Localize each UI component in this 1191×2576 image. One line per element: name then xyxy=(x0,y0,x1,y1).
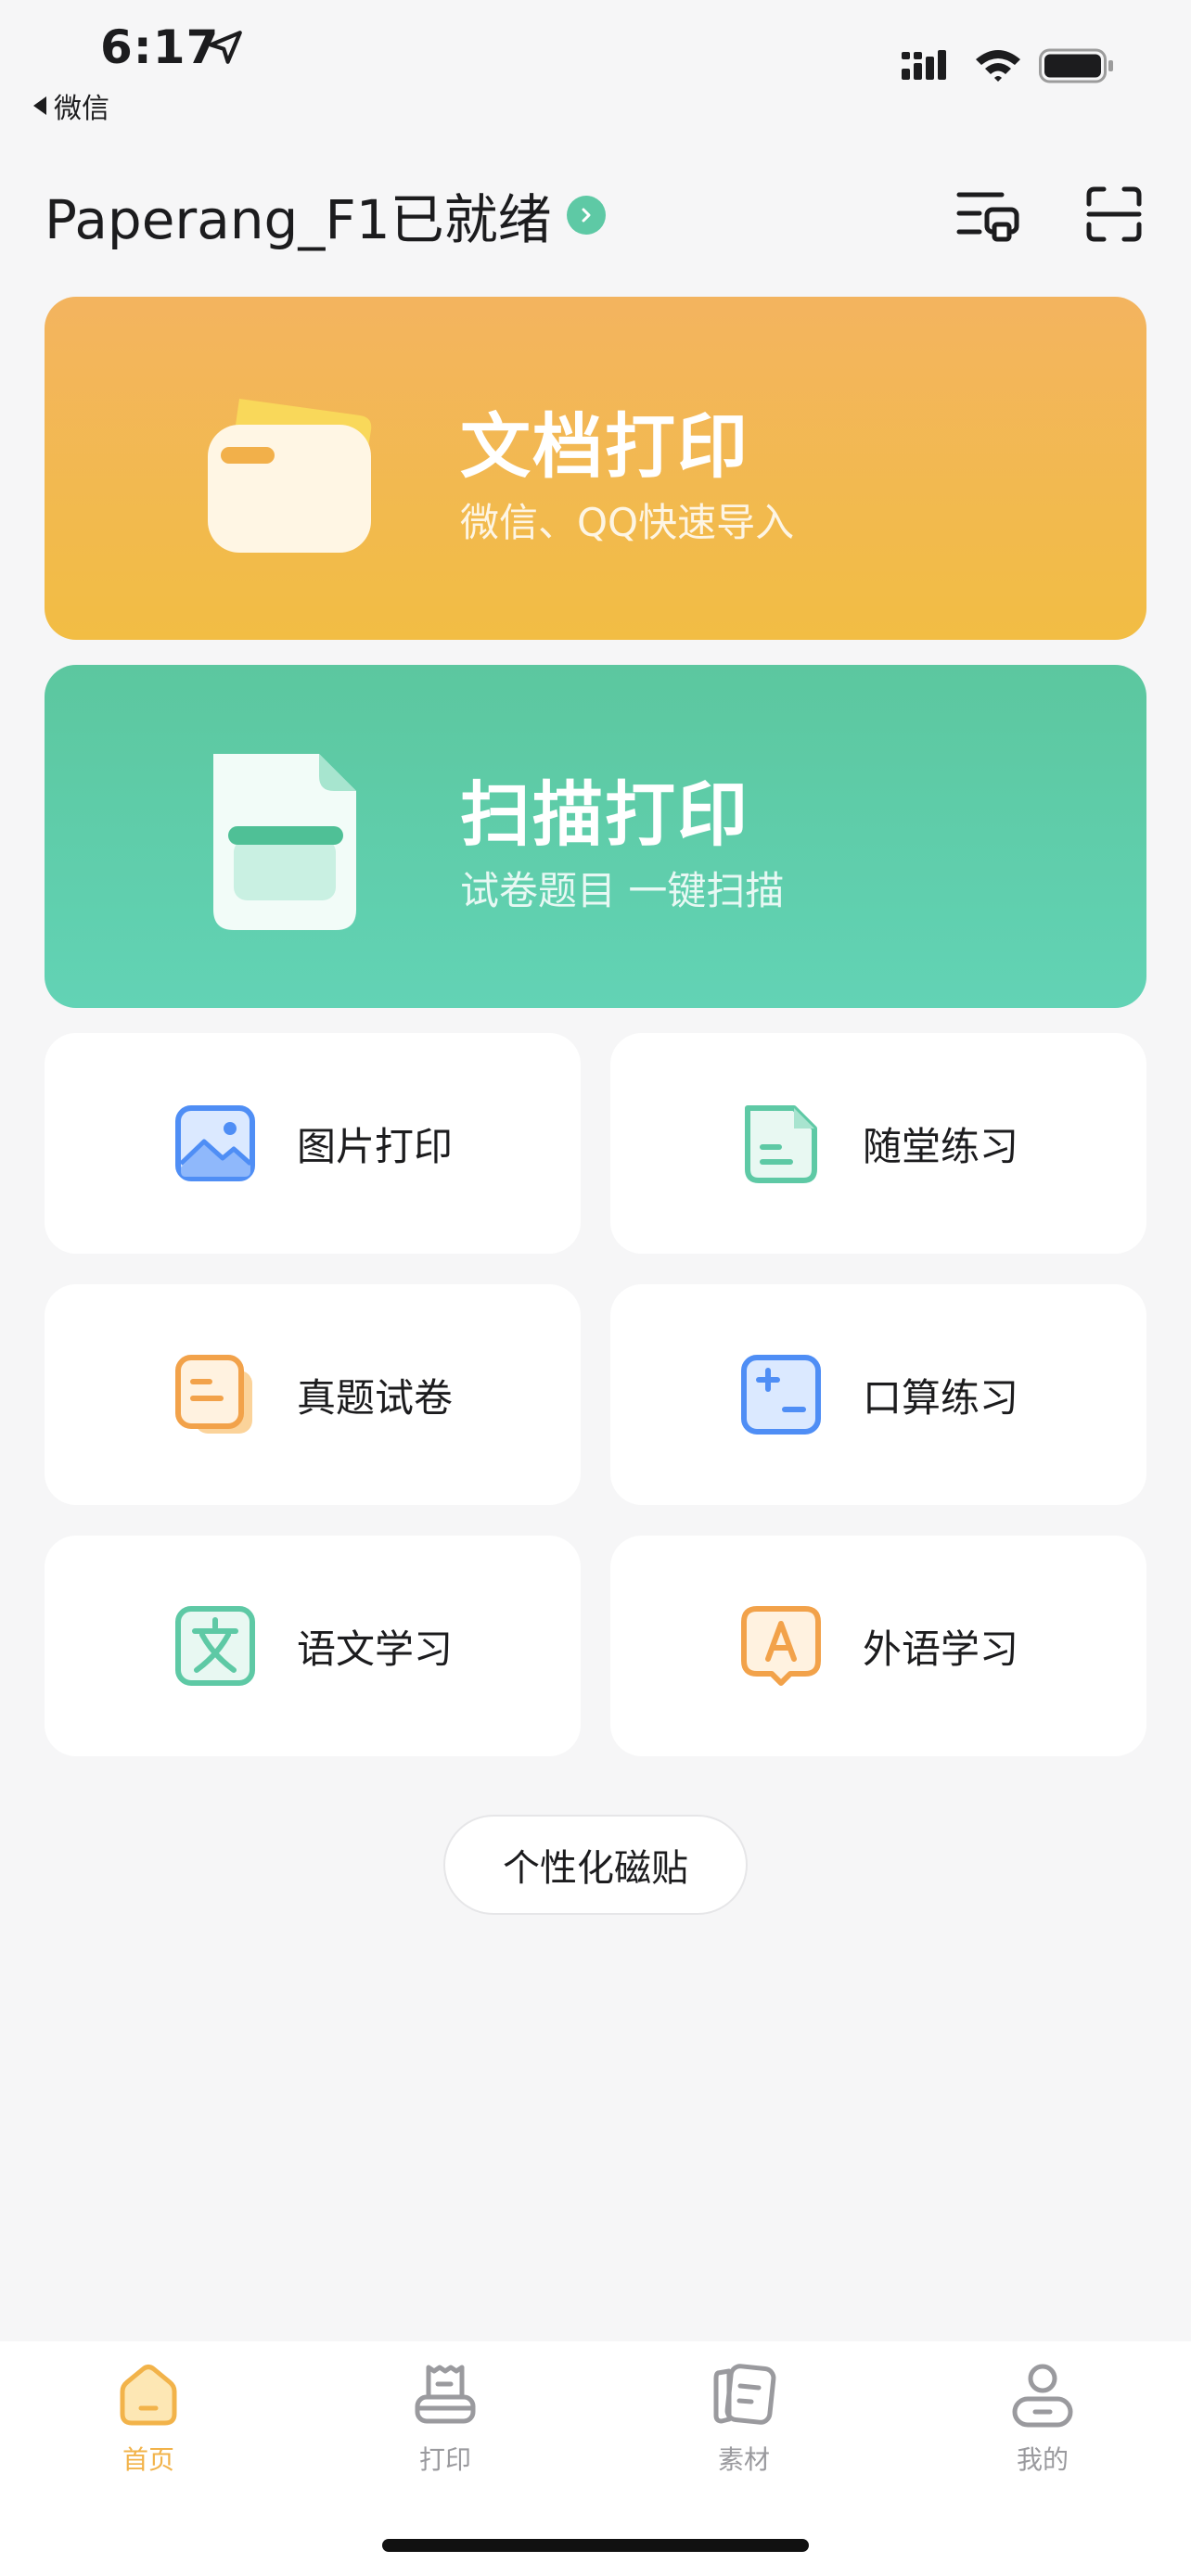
back-app-label: 微信 xyxy=(54,93,109,125)
tab-profile[interactable]: 我的 xyxy=(950,2360,1135,2477)
tile-label: 随堂练习 xyxy=(862,1123,1018,1169)
location-arrow-icon xyxy=(209,31,242,64)
print-queue-icon[interactable] xyxy=(955,185,1020,243)
document-print-card[interactable]: 文档打印 微信、QQ快速导入 xyxy=(45,297,1146,640)
tile-label: 口算练习 xyxy=(862,1374,1018,1421)
wifi-icon xyxy=(976,50,1020,82)
scan-icon[interactable] xyxy=(1085,185,1143,243)
customize-tiles-button[interactable]: 个性化磁贴 xyxy=(443,1815,748,1915)
calculator-icon xyxy=(740,1355,821,1435)
back-to-app-link[interactable]: 微信 xyxy=(33,85,109,126)
document-icon xyxy=(744,1105,817,1183)
chevron-right-icon xyxy=(566,196,606,235)
materials-icon xyxy=(713,2364,776,2425)
scan-print-title: 扫描打印 xyxy=(460,773,749,856)
scan-document-icon xyxy=(213,754,356,930)
printer-icon xyxy=(415,2365,476,2424)
tile-label: 真题试卷 xyxy=(296,1374,453,1421)
tab-materials[interactable]: 素材 xyxy=(651,2360,837,2477)
device-status-title[interactable]: Paperang_F1已就绪 xyxy=(45,176,606,254)
scan-print-card[interactable]: 扫描打印 试卷题目 一键扫描 xyxy=(45,665,1146,1008)
tile-mental-math[interactable]: 口算练习 xyxy=(610,1284,1146,1505)
document-print-title: 文档打印 xyxy=(460,405,749,488)
tile-label: 语文学习 xyxy=(296,1626,453,1672)
scan-print-subtitle: 试卷题目 一键扫描 xyxy=(460,868,785,913)
tab-home[interactable]: 首页 xyxy=(56,2360,241,2477)
document-print-subtitle: 微信、QQ快速导入 xyxy=(460,500,795,545)
tab-label: 我的 xyxy=(1016,2444,1069,2475)
status-time: 6:17 xyxy=(100,20,220,74)
tile-chinese-study[interactable]: 语文学习 xyxy=(45,1536,581,1756)
tab-label: 首页 xyxy=(122,2444,174,2475)
device-title-text: Paperang_F1已就绪 xyxy=(45,188,552,251)
back-triangle-icon xyxy=(33,96,46,115)
home-indicator xyxy=(382,2539,809,2552)
status-bar: 6:17 微信 xyxy=(0,0,1191,130)
profile-icon xyxy=(1012,2364,1073,2428)
tile-exam-papers[interactable]: 真题试卷 xyxy=(45,1284,581,1505)
tab-label: 素材 xyxy=(717,2444,770,2475)
home-icon xyxy=(120,2365,177,2426)
image-icon xyxy=(174,1105,255,1181)
battery-icon xyxy=(1039,48,1113,83)
chinese-char-icon xyxy=(174,1606,255,1686)
tile-image-print[interactable]: 图片打印 xyxy=(45,1033,581,1254)
exam-paper-icon xyxy=(174,1355,252,1434)
tile-label: 图片打印 xyxy=(296,1123,453,1169)
tile-class-practice[interactable]: 随堂练习 xyxy=(610,1033,1146,1254)
tile-label: 外语学习 xyxy=(862,1626,1018,1672)
tab-label: 打印 xyxy=(418,2444,471,2475)
foreign-language-icon xyxy=(740,1606,821,1686)
tile-foreign-language[interactable]: 外语学习 xyxy=(610,1536,1146,1756)
tab-print[interactable]: 打印 xyxy=(352,2360,538,2477)
home-screen: 6:17 微信 Paperang_F1已就绪 文档打印 微信、QQ快速导入 扫描… xyxy=(0,0,1191,2576)
folder-icon xyxy=(208,399,372,553)
cellular-signal-icon xyxy=(902,50,946,80)
